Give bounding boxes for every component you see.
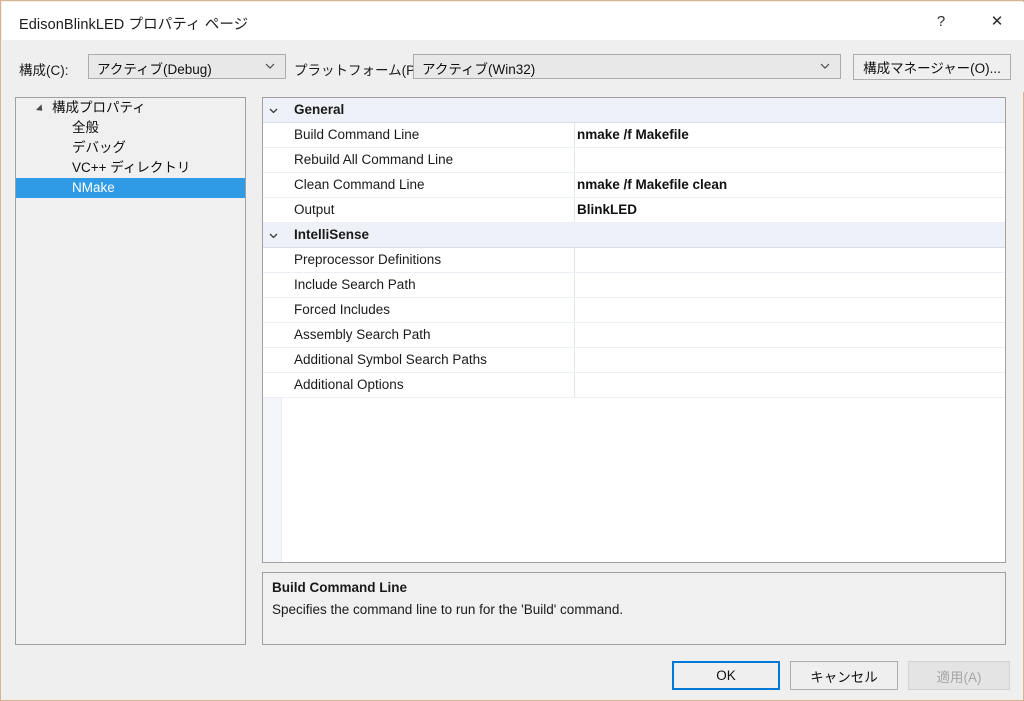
expander-triangle-icon — [35, 104, 46, 114]
tree-item-2[interactable]: デバッグ — [16, 138, 245, 158]
grid-property-row[interactable]: Output BlinkLED — [263, 198, 1005, 223]
grid-property-name: Additional Options — [294, 377, 404, 392]
close-button[interactable]: ✕ — [974, 3, 1020, 39]
grid-property-row[interactable]: Build Command Line nmake /f Makefile — [263, 123, 1005, 148]
tree-item-configuration-properties[interactable]: 構成プロパティ — [16, 98, 245, 118]
window-title: EdisonBlinkLED プロパティ ページ — [19, 17, 249, 33]
column-splitter[interactable] — [574, 298, 575, 322]
grid-property-name: Rebuild All Command Line — [294, 152, 454, 167]
platform-combobox[interactable]: アクティブ(Win32) — [413, 54, 841, 79]
tree-item-label: 構成プロパティ — [52, 100, 146, 115]
grid-property-row[interactable]: Clean Command Line nmake /f Makefile clea… — [263, 173, 1005, 198]
grid-property-value[interactable]: nmake /f Makefile — [577, 123, 689, 147]
platform-combobox-value: アクティブ(Win32) — [422, 62, 536, 77]
tree-item-4[interactable]: NMake — [16, 178, 245, 198]
tree-item-3[interactable]: VC++ ディレクトリ — [16, 158, 245, 178]
grid-property-name: Additional Symbol Search Paths — [294, 352, 487, 367]
ok-button[interactable]: OK — [672, 661, 780, 690]
column-splitter[interactable] — [574, 348, 575, 372]
chevron-down-icon — [819, 60, 831, 72]
configuration-tree[interactable]: 構成プロパティ 全般デバッグ VC++ ディレクトリ NMake — [15, 97, 246, 645]
tree-item-label: VC++ ディレクトリ — [72, 160, 191, 175]
grid-property-row[interactable]: Forced Includes — [263, 298, 1005, 323]
grid-property-row[interactable]: Include Search Path — [263, 273, 1005, 298]
property-grid[interactable]: General Build Command Line nmake /f Makefi… — [262, 97, 1006, 563]
tree-item-label: デバッグ — [72, 140, 126, 155]
column-splitter[interactable] — [574, 148, 575, 172]
column-splitter[interactable] — [574, 248, 575, 272]
property-pages-dialog: EdisonBlinkLED プロパティ ページ ? ✕ 構成(C): アクティ… — [0, 0, 1024, 701]
configuration-combobox-value: アクティブ(Debug) — [97, 62, 212, 77]
column-splitter[interactable] — [574, 373, 575, 397]
tree-item-label: 全般 — [72, 120, 99, 135]
grid-property-name: Build Command Line — [294, 127, 420, 142]
column-splitter[interactable] — [574, 273, 575, 297]
column-splitter[interactable] — [574, 198, 575, 222]
close-icon: ✕ — [990, 12, 1004, 30]
configuration-manager-button[interactable]: 構成マネージャー(O)... — [853, 54, 1011, 80]
chevron-down-icon — [264, 60, 276, 72]
configuration-label: 構成(C): — [19, 63, 69, 78]
description-title: Build Command Line — [272, 580, 407, 595]
cancel-button[interactable]: キャンセル — [790, 661, 898, 690]
grid-category-row[interactable]: General — [263, 98, 1005, 123]
column-splitter[interactable] — [574, 323, 575, 347]
grid-property-name: Forced Includes — [294, 302, 391, 317]
tree-item-1[interactable]: 全般 — [16, 118, 245, 138]
grid-property-row[interactable]: Rebuild All Command Line — [263, 148, 1005, 173]
grid-property-name: Preprocessor Definitions — [294, 252, 442, 267]
platform-label: プラットフォーム(P): — [294, 63, 424, 78]
help-button[interactable]: ? — [918, 3, 964, 39]
grid-property-row[interactable]: Additional Options — [263, 373, 1005, 398]
grid-category-label: General — [294, 102, 345, 117]
tree-item-label: NMake — [72, 180, 115, 195]
description-pane: Build Command Line Specifies the command… — [262, 572, 1006, 645]
description-text: Specifies the command line to run for th… — [272, 602, 624, 617]
grid-property-name: Include Search Path — [294, 277, 416, 292]
title-bar: EdisonBlinkLED プロパティ ページ ? ✕ — [2, 2, 1024, 40]
grid-property-name: Output — [294, 202, 335, 217]
grid-property-row[interactable]: Preprocessor Definitions — [263, 248, 1005, 273]
grid-property-value[interactable]: nmake /f Makefile clean — [577, 173, 727, 197]
grid-property-row[interactable]: Assembly Search Path — [263, 323, 1005, 348]
configuration-toolbar: 構成(C): アクティブ(Debug) プラットフォーム(P): アクティブ(W… — [2, 40, 1024, 92]
apply-button[interactable]: 適用(A) — [908, 661, 1010, 690]
configuration-combobox[interactable]: アクティブ(Debug) — [88, 54, 286, 79]
grid-property-name: Assembly Search Path — [294, 327, 431, 342]
grid-property-row[interactable]: Additional Symbol Search Paths — [263, 348, 1005, 373]
chevron-down-icon[interactable] — [268, 105, 279, 116]
grid-property-name: Clean Command Line — [294, 177, 425, 192]
column-splitter[interactable] — [574, 173, 575, 197]
grid-category-row[interactable]: IntelliSense — [263, 223, 1005, 248]
question-mark-icon: ? — [936, 12, 946, 30]
column-splitter[interactable] — [574, 123, 575, 147]
grid-property-value[interactable]: BlinkLED — [577, 198, 637, 222]
chevron-down-icon[interactable] — [268, 230, 279, 241]
grid-category-label: IntelliSense — [294, 227, 370, 242]
